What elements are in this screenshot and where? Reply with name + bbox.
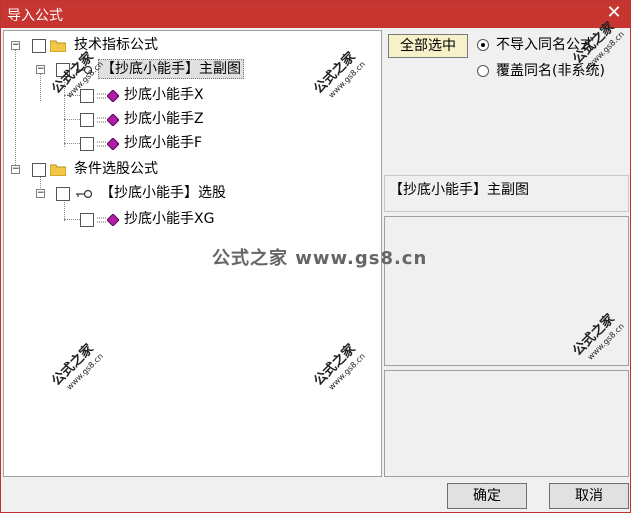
subgroup-checkbox[interactable] xyxy=(56,187,70,201)
tree-item[interactable]: 抄底小能手X xyxy=(4,85,304,107)
group-checkbox[interactable] xyxy=(32,163,46,177)
radio-button[interactable] xyxy=(477,65,489,77)
tree-group-stock-selection[interactable]: − 条件选股公式 xyxy=(4,159,304,181)
watermark: 公式之家 www.gs8.cn xyxy=(49,341,106,392)
tree-group-tech-indicators[interactable]: − 技术指标公式 xyxy=(4,35,304,57)
cancel-button[interactable]: 取消 xyxy=(549,483,629,509)
folder-icon xyxy=(50,164,66,176)
item-checkbox[interactable] xyxy=(80,213,94,227)
group-checkbox[interactable] xyxy=(32,39,46,53)
collapse-icon[interactable]: − xyxy=(11,165,20,174)
tree-item[interactable]: 抄底小能手XG xyxy=(4,209,304,231)
selected-formula-info: 【抄底小能手】主副图 xyxy=(384,175,629,212)
watermark: 公式之家 www.gs8.cn xyxy=(311,341,368,392)
formula-gem-icon xyxy=(107,138,119,150)
tree-subgroup-label: 【抄底小能手】主副图 xyxy=(98,59,244,79)
window-title: 导入公式 xyxy=(7,8,63,24)
collapse-icon[interactable]: − xyxy=(36,65,45,74)
watermark: 公式之家 www.gs8.cn xyxy=(311,49,368,100)
formula-gem-icon xyxy=(107,114,119,126)
tree-item[interactable]: 抄底小能手Z xyxy=(4,109,304,131)
formula-gem-icon xyxy=(107,214,119,226)
tree-item-label: 抄底小能手X xyxy=(124,87,204,103)
tree-item-label: 抄底小能手XG xyxy=(124,211,215,227)
center-watermark: 公式之家 www.gs8.cn xyxy=(212,248,428,269)
selected-formula-name: 【抄底小能手】主副图 xyxy=(389,182,529,198)
collapse-icon[interactable]: − xyxy=(36,189,45,198)
tree-subgroup-label: 【抄底小能手】选股 xyxy=(100,185,226,201)
select-all-button[interactable]: 全部选中 xyxy=(388,34,468,58)
tree-subgroup-selection[interactable]: − 【抄底小能手】选股 xyxy=(4,183,304,205)
dotted-icon xyxy=(97,141,107,147)
ok-button[interactable]: 确定 xyxy=(447,483,527,509)
item-checkbox[interactable] xyxy=(80,113,94,127)
item-checkbox[interactable] xyxy=(80,137,94,151)
formula-gem-icon xyxy=(107,90,119,102)
tree-subgroup-main-chart[interactable]: − 【抄底小能手】主副图 xyxy=(4,59,304,81)
collapse-icon[interactable]: − xyxy=(11,41,20,50)
tree-item-label: 抄底小能手F xyxy=(124,135,203,151)
tree-item-label: 抄底小能手Z xyxy=(124,111,204,127)
formula-detail-box xyxy=(384,370,629,477)
tree-group-label: 条件选股公式 xyxy=(74,161,158,177)
dotted-icon xyxy=(97,117,107,123)
radio-button[interactable] xyxy=(477,39,489,51)
dotted-icon xyxy=(97,217,107,223)
import-formula-dialog: 导入公式 ✕ − 技术指标公式 − 【抄底小能手】主副图 抄底小能手X 抄底小能… xyxy=(0,0,631,513)
dotted-icon xyxy=(97,93,107,99)
title-bar: 导入公式 ✕ xyxy=(1,1,630,28)
folder-icon xyxy=(50,40,66,52)
tree-item[interactable]: 抄底小能手F xyxy=(4,133,304,155)
radio-overwrite-duplicates[interactable]: 覆盖同名(非系统) xyxy=(477,62,627,82)
key-icon xyxy=(76,189,92,199)
